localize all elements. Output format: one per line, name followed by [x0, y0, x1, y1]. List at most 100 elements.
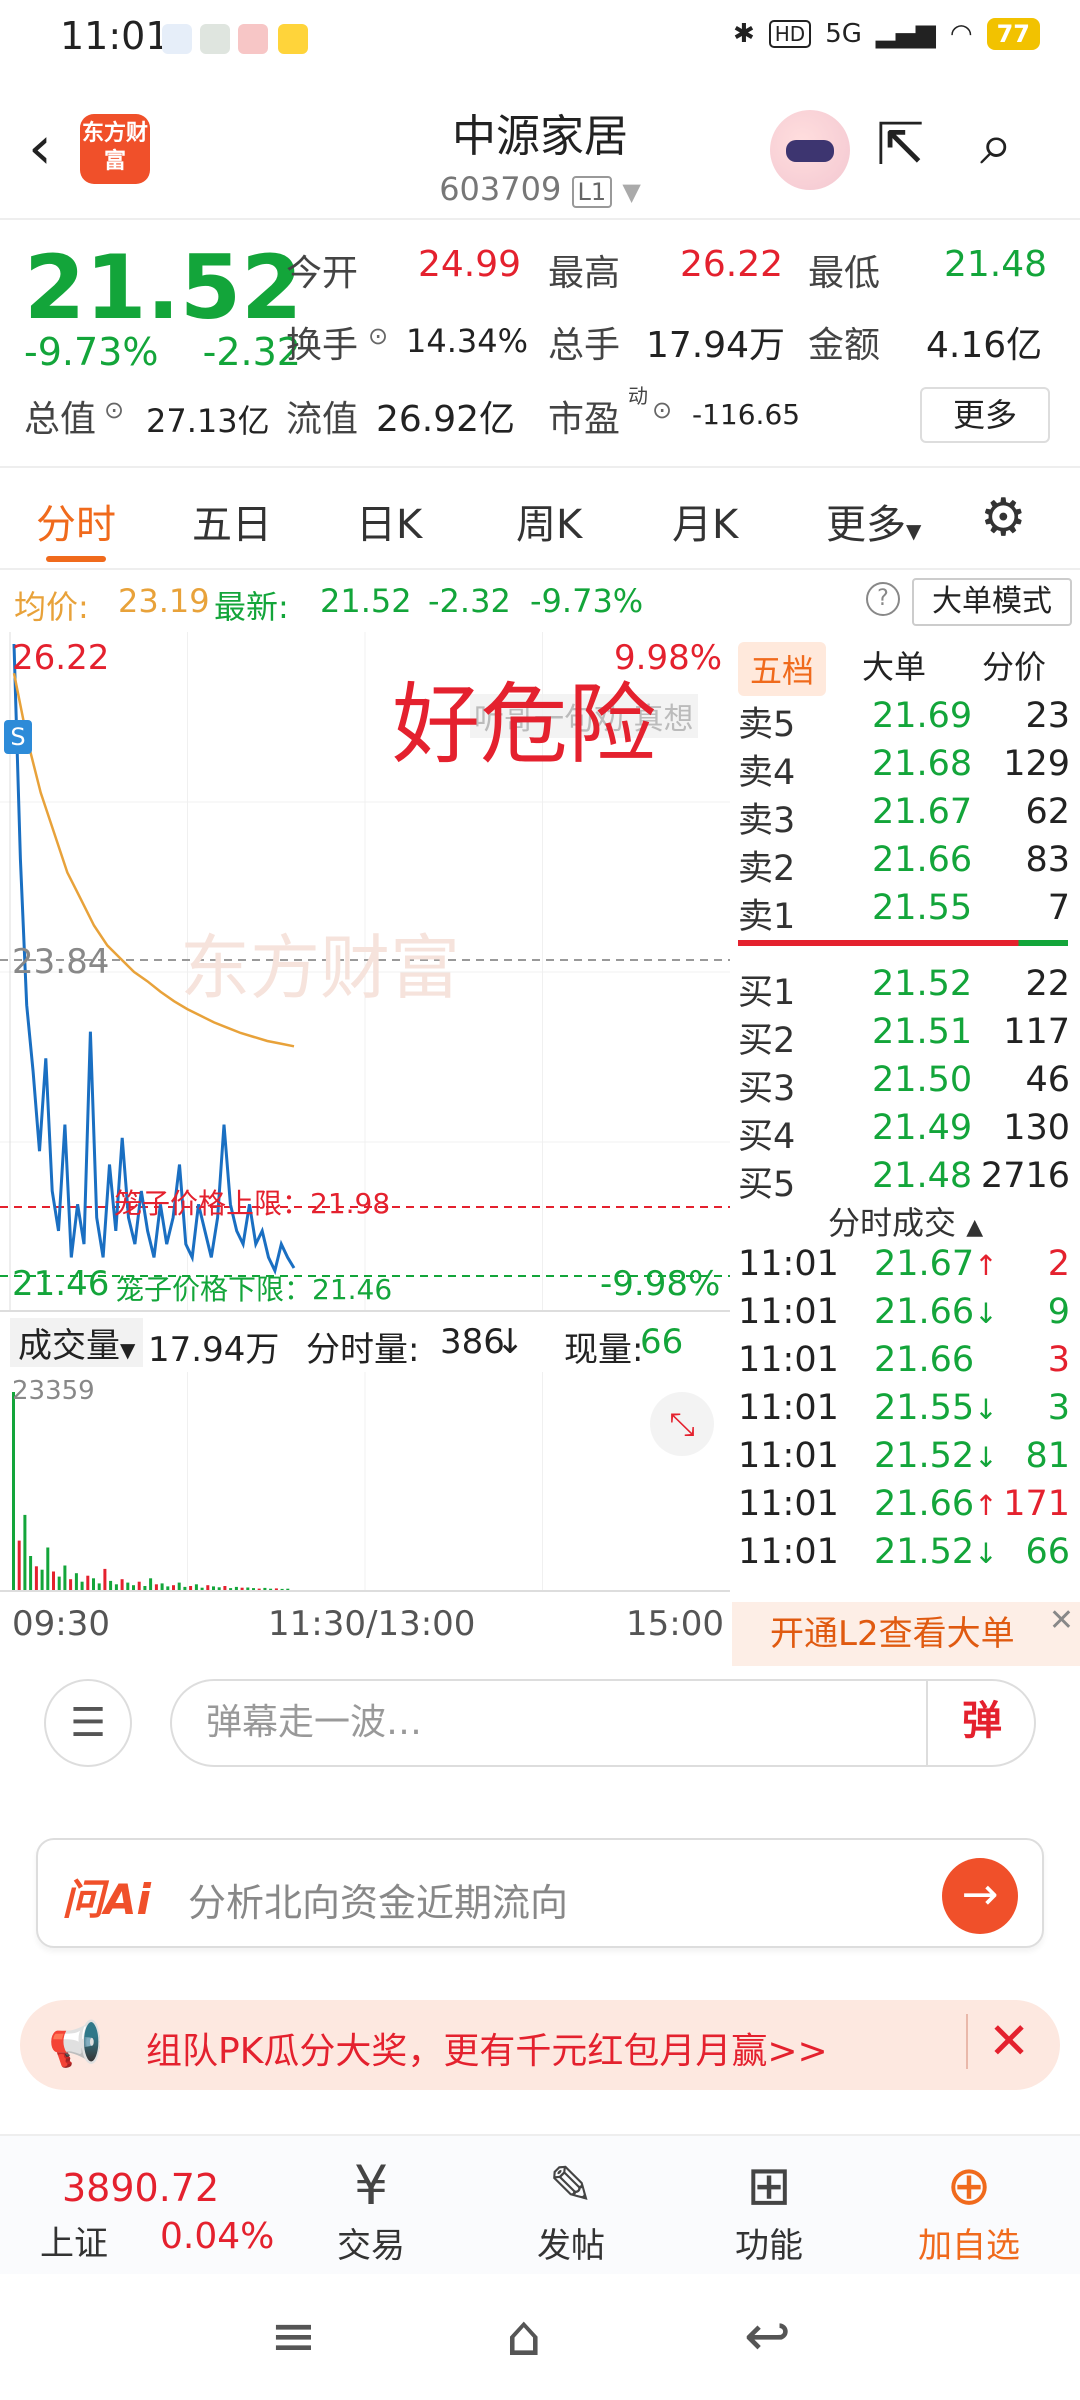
bid-row[interactable]: 买3 21.50 46 [732, 1060, 1080, 1109]
bid-volume: 2716 [980, 1156, 1070, 1196]
bid-level: 买2 [738, 1021, 796, 1061]
order-book-tabs: 五档 大单 分价 [732, 632, 1080, 696]
current-price: 21.52 [24, 236, 303, 339]
bid-row[interactable]: 买2 21.51 117 [732, 1012, 1080, 1061]
ask-row[interactable]: 卖4 21.68 129 [732, 744, 1080, 793]
trade-row: 11:01 21.66↓ 9 [732, 1292, 1080, 1340]
time-mid: 11:30/13:00 [268, 1604, 476, 1644]
volume-selector[interactable]: 成交量▼ [10, 1318, 144, 1367]
amount-value: 4.16亿 [926, 325, 1043, 366]
ask-price: 21.66 [872, 840, 973, 880]
tab-five-day[interactable]: 五日 [192, 492, 272, 550]
bid-volume: 46 [1025, 1060, 1070, 1100]
trade-volume: 2 [1047, 1244, 1070, 1284]
index-ticker[interactable]: 3890.72 上证 0.04% [0, 2136, 274, 2276]
cage-lower-label: 笼子价格下限：21.46 [116, 1273, 393, 1306]
menu-icon[interactable]: ≡ [270, 2304, 317, 2369]
nav-add-watchlist[interactable]: ⊕ 加自选 [904, 2154, 1034, 2267]
order-book: 五档 大单 分价 卖5 21.69 23 卖4 21.68 129 卖3 21.67 62 卖2 2… [732, 632, 1080, 1666]
home-icon[interactable]: ⌂ [506, 2304, 542, 2369]
ask-row[interactable]: 卖3 21.67 62 [732, 792, 1080, 841]
more-quote-button[interactable]: 更多 [920, 387, 1050, 443]
volume-bar [34, 1566, 38, 1592]
ask-ai-brand: 问Ai [62, 1875, 151, 1924]
chart-high-label: 26.22 [12, 638, 110, 678]
open-label: 今开 [286, 253, 359, 294]
tab-monthly-k[interactable]: 月K [672, 492, 738, 550]
bid-row[interactable]: 买1 21.52 22 [732, 964, 1080, 1013]
trade-time: 11:01 [738, 1340, 839, 1380]
ask-row[interactable]: 卖2 21.66 83 [732, 840, 1080, 889]
bid-row[interactable]: 买4 21.49 130 [732, 1108, 1080, 1157]
nav-functions[interactable]: ⊞ 功能 [704, 2154, 834, 2267]
bid-price: 21.48 [872, 1156, 973, 1196]
expand-icon[interactable]: ⤡ [650, 1392, 714, 1456]
trades-title[interactable]: 分时成交 ▲ [828, 1198, 983, 1244]
volume-chart[interactable]: 23359 ⤡ [0, 1372, 730, 1592]
close-icon[interactable]: ✕ [966, 2014, 1030, 2069]
index-name: 上证 [40, 2224, 108, 2264]
tab-more[interactable]: 更多▼ [826, 492, 921, 550]
trade-row: 11:01 21.52↓ 81 [732, 1436, 1080, 1484]
float-value: 26.92亿 [376, 399, 516, 440]
sell-marker[interactable]: S [4, 720, 32, 754]
ask-price: 21.68 [872, 744, 973, 784]
big-order-mode-button[interactable]: 大单模式 [912, 578, 1072, 626]
pe-info-icon[interactable]: ⊙ [652, 396, 672, 424]
caret-up-icon: ▲ [966, 1215, 984, 1240]
intraday-chart[interactable]: 东方财富 26.22 9.98% 23.84 21.46 -9.98% 听哥一句… [0, 632, 730, 1352]
ask-volume: 83 [1025, 840, 1070, 880]
nav-trade[interactable]: ¥ 交易 [306, 2154, 436, 2267]
tab-five-levels[interactable]: 五档 [738, 642, 827, 696]
help-icon[interactable]: ? [866, 582, 900, 616]
trade-volume: 3 [1047, 1340, 1070, 1380]
tab-more-label: 更多 [826, 502, 906, 548]
close-icon[interactable]: ✕ [1049, 1606, 1074, 1636]
low-label: 最低 [808, 253, 881, 294]
nav-post[interactable]: ✎ 发帖 [506, 2154, 636, 2267]
tab-price-dist[interactable]: 分价 [982, 642, 1046, 688]
promo-banner[interactable]: 📢 组队PK瓜分大奖，更有千元红包月月赢>> ✕ [20, 2000, 1060, 2090]
price-change: -9.73% -2.32 [24, 330, 301, 374]
info-icon[interactable]: ⊙ [368, 322, 388, 350]
ask-row[interactable]: 卖1 21.55 7 [732, 888, 1080, 937]
gear-icon[interactable]: ⚙ [980, 488, 1027, 548]
tab-daily-k[interactable]: 日K [356, 492, 422, 550]
ask-ai-prompt: 分析北向资金近期流向 [188, 1881, 569, 1925]
tab-weekly-k[interactable]: 周K [516, 492, 582, 550]
trade-volume: 66 [1025, 1532, 1070, 1572]
megaphone-icon: 📢 [48, 2019, 103, 2070]
return-icon[interactable]: ↩ [744, 2304, 791, 2369]
mktcap-info-icon[interactable]: ⊙ [104, 396, 124, 424]
system-nav: ≡ ⌂ ↩ [0, 2274, 1080, 2400]
l2-upgrade-banner[interactable]: 开通L2查看大单 ✕ [732, 1602, 1080, 1666]
volume-label: 总手 [548, 325, 621, 366]
arrow-right-icon[interactable]: → [942, 1858, 1018, 1934]
share-icon[interactable]: ⇱ [876, 110, 925, 178]
now-volume-label: 现量: [564, 1330, 644, 1370]
danmu-settings-icon[interactable]: ☰ [44, 1679, 132, 1767]
tab-big-orders[interactable]: 大单 [862, 642, 926, 688]
arrow-up-icon: ↑ [974, 1249, 998, 1282]
volume-bar [52, 1571, 55, 1592]
ask-ai-bar[interactable]: 问Ai 分析北向资金近期流向 → [36, 1838, 1044, 1948]
ask-volume: 62 [1025, 792, 1070, 832]
trade-time: 11:01 [738, 1532, 839, 1572]
volume-label: 成交量 [18, 1326, 120, 1366]
spread-divider [738, 940, 1068, 946]
danmu-input[interactable]: 弹幕走一波… [170, 1679, 1036, 1767]
volume-chart-svg [12, 1372, 543, 1592]
ai-robot-icon[interactable] [770, 110, 850, 190]
trade-price: 21.52↓ [874, 1436, 998, 1476]
danmu-send-button[interactable]: 弹 [926, 1679, 1036, 1767]
bid-price: 21.52 [872, 964, 973, 1004]
tab-intraday[interactable]: 分时 [36, 492, 116, 550]
search-icon[interactable]: ⌕ [980, 110, 1012, 179]
bid-row[interactable]: 买5 21.48 2716 [732, 1156, 1080, 1205]
volume-bar [40, 1569, 44, 1592]
latest-pct: -9.73% [530, 582, 644, 620]
ask-volume: 23 [1025, 696, 1070, 736]
ask-row[interactable]: 卖5 21.69 23 [732, 696, 1080, 745]
volume-bar [17, 1540, 21, 1592]
volume-value: 17.94万 [646, 325, 786, 366]
